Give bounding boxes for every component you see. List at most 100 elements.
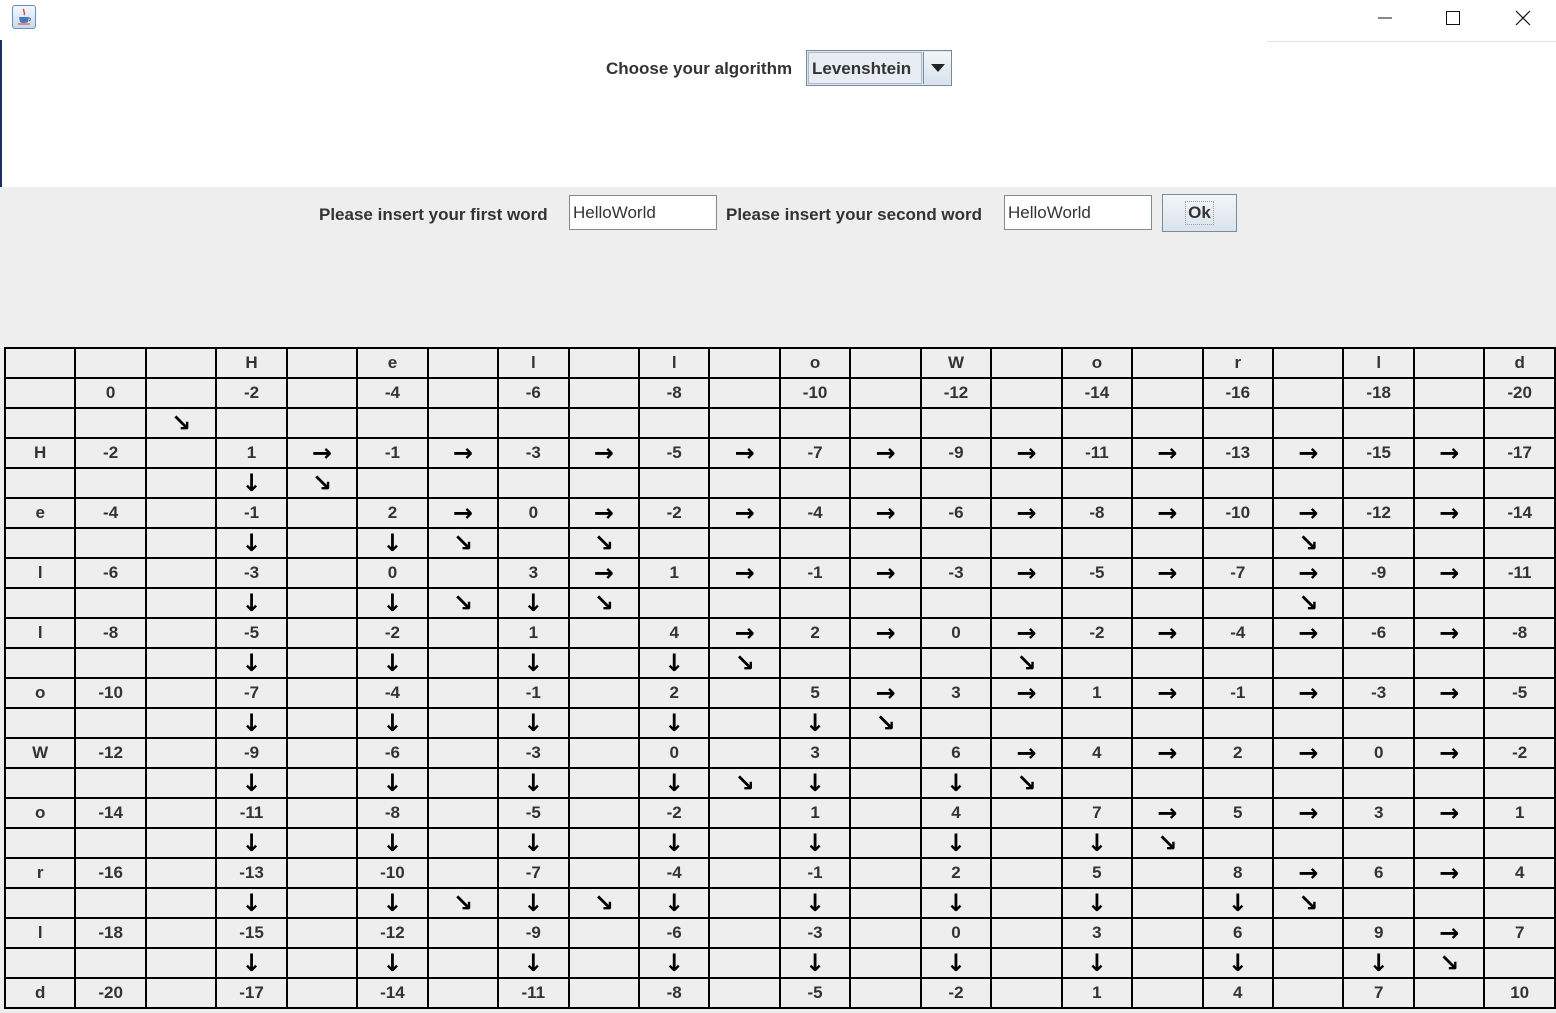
matrix-cell xyxy=(1131,857,1204,889)
matrix-cell xyxy=(990,407,1063,439)
matrix-cell: -17 xyxy=(1483,437,1556,469)
matrix-cell: -10 xyxy=(778,377,852,409)
algorithm-select[interactable]: Levenshtein xyxy=(806,50,952,86)
matrix-cell xyxy=(285,557,359,589)
matrix-cell: -10 xyxy=(74,677,147,709)
matrix-cell: -1 xyxy=(497,677,570,709)
matrix-cell xyxy=(144,857,218,889)
matrix-cell: -3 xyxy=(215,557,288,589)
down-arrow-icon: ↓ xyxy=(1201,887,1275,919)
right-arrow-icon: → xyxy=(1272,677,1345,709)
matrix-cell xyxy=(919,407,993,439)
right-arrow-icon: → xyxy=(1131,737,1204,769)
down-arrow-icon: ↓ xyxy=(1060,947,1134,979)
matrix-cell xyxy=(1483,707,1556,739)
algorithm-dropdown-button[interactable] xyxy=(923,52,951,84)
matrix-cell xyxy=(426,767,500,799)
right-arrow-icon: → xyxy=(1131,797,1204,829)
matrix-cell xyxy=(919,467,993,499)
right-arrow-icon: → xyxy=(1412,497,1486,529)
first-word-input[interactable] xyxy=(569,195,717,230)
matrix-cell xyxy=(567,857,640,889)
diagonal-arrow-icon: ↘ xyxy=(708,647,781,679)
matrix-cell xyxy=(1131,407,1204,439)
ok-button[interactable]: Ok xyxy=(1162,194,1237,232)
matrix-cell: -8 xyxy=(1060,497,1134,529)
matrix-cell xyxy=(849,827,922,859)
matrix-cell xyxy=(497,407,570,439)
matrix-cell xyxy=(1342,587,1415,619)
matrix-cell xyxy=(1201,707,1275,739)
matrix-cell xyxy=(1483,467,1556,499)
matrix-cell xyxy=(426,857,500,889)
matrix-cell: -6 xyxy=(919,497,993,529)
matrix-cell xyxy=(567,947,640,979)
matrix-cell xyxy=(285,497,359,529)
matrix-cell: 0 xyxy=(74,377,147,409)
matrix-cell xyxy=(708,587,781,619)
title-bar xyxy=(0,0,1556,42)
matrix-cell xyxy=(426,917,500,949)
matrix-cell: -5 xyxy=(215,617,288,649)
matrix-cell: -9 xyxy=(1342,557,1415,589)
maximize-button[interactable] xyxy=(1420,0,1486,36)
matrix-cell xyxy=(849,857,922,889)
matrix-cell xyxy=(285,677,359,709)
matrix-cell: -13 xyxy=(215,857,288,889)
matrix-cell: 0 xyxy=(637,737,711,769)
diagonal-arrow-icon: ↘ xyxy=(426,887,500,919)
matrix-cell xyxy=(426,557,500,589)
matrix-cell xyxy=(708,347,781,379)
matrix-cell: 0 xyxy=(919,917,993,949)
second-word-input[interactable] xyxy=(1004,195,1152,230)
first-word-label: Please insert your first word xyxy=(319,205,548,224)
matrix-cell xyxy=(708,677,781,709)
matrix-cell xyxy=(567,677,640,709)
matrix-row: ↓ ↓ ↓ ↓ ↘ ↓ ↓ ↘ xyxy=(3,767,1556,799)
right-arrow-icon: → xyxy=(1131,617,1204,649)
matrix-cell xyxy=(708,887,781,919)
right-arrow-icon: → xyxy=(1272,737,1345,769)
diagonal-arrow-icon: ↘ xyxy=(567,887,640,919)
right-arrow-icon: → xyxy=(1412,677,1486,709)
matrix-cell: -14 xyxy=(74,797,147,829)
matrix-cell: l xyxy=(1342,347,1415,379)
matrix-cell: -6 xyxy=(497,377,570,409)
matrix-cell: -15 xyxy=(1342,437,1415,469)
matrix-row: l -8 -5 -2 1 4 → 2 → 0 → -2 → -4 → -6 → -8 xyxy=(3,617,1556,649)
algorithm-row: Choose your algorithm Levenshtein xyxy=(0,50,1556,86)
minimize-button[interactable] xyxy=(1352,0,1418,36)
matrix-cell: d xyxy=(1483,347,1556,379)
matrix-cell xyxy=(426,797,500,829)
down-arrow-icon: ↓ xyxy=(778,947,852,979)
algorithm-selected-value: Levenshtein xyxy=(808,52,922,84)
matrix-cell xyxy=(3,767,77,799)
diagonal-arrow-icon: ↘ xyxy=(990,647,1063,679)
matrix-cell xyxy=(708,707,781,739)
matrix-cell: H xyxy=(215,347,288,379)
down-arrow-icon: ↓ xyxy=(497,827,570,859)
matrix-cell: -10 xyxy=(1201,497,1275,529)
matrix-row: ↓ ↓ ↘ ↓ ↘ ↓ ↓ ↓ ↓ ↓ ↘ xyxy=(3,887,1556,919)
down-arrow-icon: ↓ xyxy=(356,587,429,619)
matrix-cell: 1 xyxy=(1060,677,1134,709)
matrix-cell: -1 xyxy=(356,437,429,469)
right-arrow-icon: → xyxy=(1412,437,1486,469)
matrix-cell xyxy=(1342,467,1415,499)
matrix-cell: -11 xyxy=(1060,437,1134,469)
matrix-cell: 3 xyxy=(497,557,570,589)
matrix-cell xyxy=(990,527,1063,559)
matrix-cell xyxy=(567,767,640,799)
matrix-cell: -2 xyxy=(919,977,993,1009)
matrix-cell xyxy=(1483,767,1556,799)
right-arrow-icon: → xyxy=(1131,557,1204,589)
matrix-cell xyxy=(74,707,147,739)
matrix-cell xyxy=(3,347,77,379)
diagonal-arrow-icon: ↘ xyxy=(426,587,500,619)
matrix-cell xyxy=(1201,527,1275,559)
matrix-cell xyxy=(990,797,1063,829)
matrix-cell xyxy=(990,887,1063,919)
close-button[interactable] xyxy=(1490,0,1556,36)
matrix-cell xyxy=(990,977,1063,1009)
matrix-cell xyxy=(144,947,218,979)
